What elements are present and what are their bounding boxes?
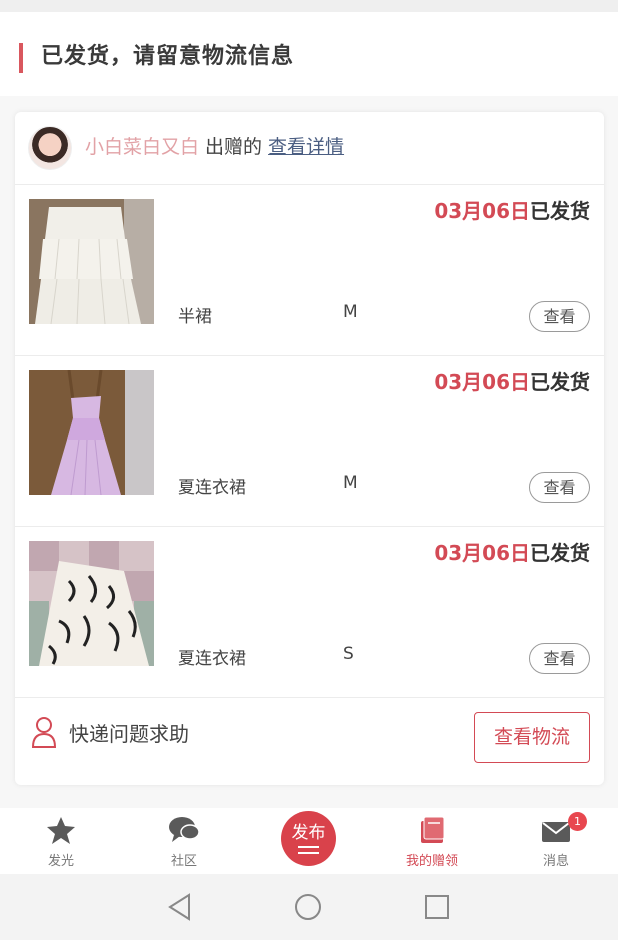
gave-text: 出赠的 bbox=[205, 136, 263, 158]
avatar[interactable] bbox=[28, 126, 72, 170]
home-icon[interactable] bbox=[293, 892, 323, 922]
tab-label: 发光 bbox=[47, 854, 74, 869]
tab-label: 消息 bbox=[542, 854, 569, 869]
ship-date: 03月06日已发货 bbox=[434, 537, 590, 566]
ship-date-value: 03月06日 bbox=[434, 199, 530, 223]
view-logistics-button[interactable]: 查看物流 bbox=[474, 712, 590, 763]
status-bar-strip bbox=[0, 0, 618, 12]
back-icon[interactable] bbox=[165, 892, 195, 922]
ship-status: 已发货 bbox=[530, 370, 590, 394]
view-item-button[interactable]: 查看 bbox=[529, 472, 590, 503]
publish-icon bbox=[298, 846, 319, 854]
bottom-tab-bar: 发光 社区 发布 我的赠领 1 消息 bbox=[0, 808, 618, 874]
item-name: 半裙 bbox=[178, 307, 212, 327]
ship-date-value: 03月06日 bbox=[434, 370, 530, 394]
item-photo-dress-print[interactable] bbox=[29, 541, 154, 666]
item-size: S bbox=[343, 644, 354, 664]
ship-date: 03月06日已发货 bbox=[434, 195, 590, 224]
card-header: 小白菜白又白 出赠的 查看详情 bbox=[15, 112, 604, 185]
donor-name[interactable]: 小白菜白又白 bbox=[85, 136, 199, 158]
publish-label: 发布 bbox=[291, 823, 326, 843]
view-item-button[interactable]: 查看 bbox=[529, 643, 590, 674]
ship-status: 已发货 bbox=[530, 199, 590, 223]
title-accent-bar bbox=[19, 43, 23, 73]
view-details-link[interactable]: 查看详情 bbox=[268, 136, 344, 158]
list-item[interactable]: 03月06日已发货 半裙 M 查看 bbox=[15, 185, 604, 356]
item-size: M bbox=[343, 473, 358, 493]
item-name: 夏连衣裙 bbox=[178, 649, 246, 669]
item-size: M bbox=[343, 302, 358, 322]
tab-label: 我的赠领 bbox=[405, 854, 458, 869]
view-item-button[interactable]: 查看 bbox=[529, 301, 590, 332]
book-icon bbox=[421, 816, 445, 843]
tab-messages[interactable]: 1 消息 bbox=[506, 808, 606, 874]
status-header: 已发货，请留意物流信息 bbox=[0, 12, 618, 96]
list-item[interactable]: 03月06日已发货 夏连衣裙 S 查看 bbox=[15, 527, 604, 698]
page-title: 已发货，请留意物流信息 bbox=[41, 44, 295, 69]
tab-my-donations[interactable]: 我的赠领 bbox=[382, 808, 482, 874]
ship-date-value: 03月06日 bbox=[434, 541, 530, 565]
tab-label: 社区 bbox=[170, 854, 197, 869]
tab-glow[interactable]: 发光 bbox=[11, 808, 111, 874]
ship-status: 已发货 bbox=[530, 541, 590, 565]
star-icon bbox=[47, 817, 75, 844]
publish-button[interactable]: 发布 bbox=[281, 811, 336, 866]
chat-bubbles-icon bbox=[169, 817, 200, 842]
item-name: 夏连衣裙 bbox=[178, 478, 246, 498]
donation-card: 小白菜白又白 出赠的 查看详情 03月06日已发货 半裙 M 查看 03月06日… bbox=[15, 112, 604, 785]
system-nav-bar bbox=[0, 874, 618, 940]
item-photo-dress-pink[interactable] bbox=[29, 370, 154, 495]
person-icon bbox=[31, 717, 57, 748]
shipping-help-link[interactable]: 快递问题求助 bbox=[69, 718, 189, 747]
tab-community[interactable]: 社区 bbox=[134, 808, 234, 874]
recents-icon[interactable] bbox=[422, 892, 452, 922]
donor-line: 小白菜白又白 出赠的 查看详情 bbox=[85, 132, 344, 162]
unread-badge: 1 bbox=[568, 812, 587, 831]
list-item[interactable]: 03月06日已发货 夏连衣裙 M 查看 bbox=[15, 356, 604, 527]
card-footer: 快递问题求助 查看物流 bbox=[15, 698, 604, 785]
item-photo-skirt[interactable] bbox=[29, 199, 154, 324]
ship-date: 03月06日已发货 bbox=[434, 366, 590, 395]
